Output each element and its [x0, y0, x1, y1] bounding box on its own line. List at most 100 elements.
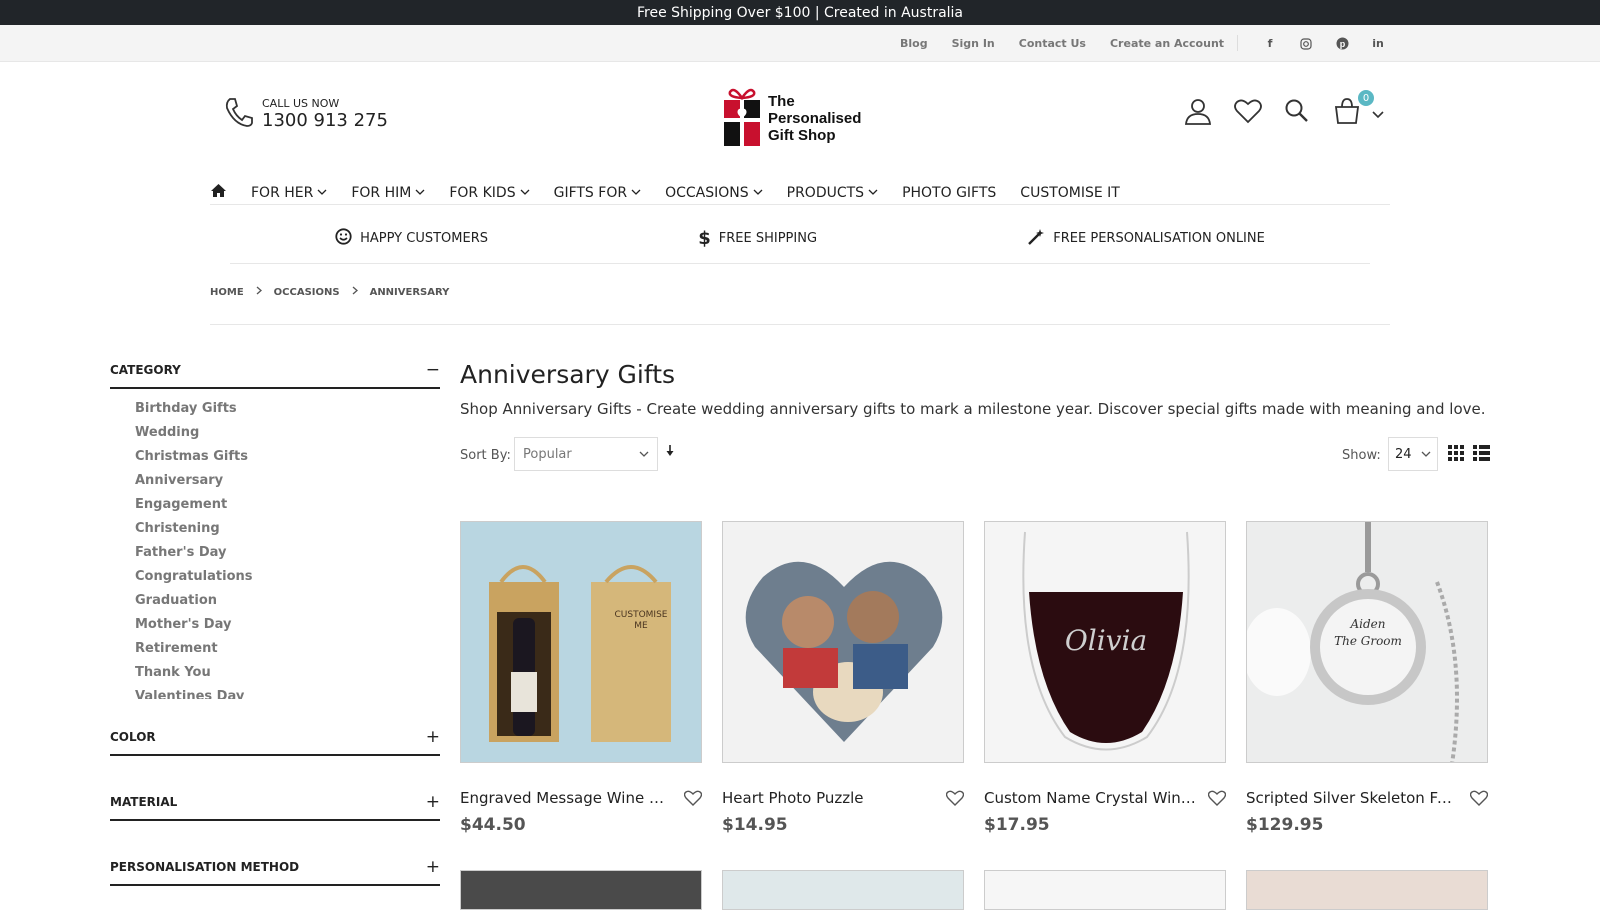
call-us-label: CALL US NOW — [262, 97, 340, 110]
contact-us-link[interactable]: Contact Us — [1019, 37, 1086, 50]
personalisation-facet-header[interactable]: PERSONALISATION METHOD + — [110, 857, 440, 886]
home-icon[interactable] — [210, 183, 227, 202]
page-size-select[interactable]: 24 — [1388, 437, 1438, 471]
product-card[interactable]: Olivia Custom Name Crystal Wine Glass $1… — [984, 521, 1226, 835]
chevron-right-icon — [256, 286, 262, 298]
product-price: $129.95 — [1246, 815, 1324, 835]
pinterest-icon[interactable]: p — [1334, 36, 1350, 52]
instagram-icon[interactable] — [1298, 36, 1314, 52]
breadcrumb-anniversary: ANNIVERSARY — [369, 286, 450, 298]
category-item[interactable]: Birthday Gifts — [135, 397, 440, 421]
chevron-down-icon — [317, 189, 327, 195]
wishlist-heart-icon[interactable] — [684, 790, 702, 806]
sort-direction-icon[interactable] — [666, 445, 674, 460]
feature-strip: HAPPY CUSTOMERS $ FREE SHIPPING FREE PER… — [230, 214, 1370, 264]
expand-icon[interactable]: + — [426, 792, 440, 812]
expand-icon[interactable]: + — [426, 727, 440, 747]
product-image[interactable]: Olivia — [984, 521, 1226, 763]
divider — [210, 324, 1390, 325]
breadcrumb-home[interactable]: HOME — [210, 287, 244, 298]
chevron-down-icon — [868, 189, 878, 195]
product-name[interactable]: Engraved Message Wine Box — [460, 789, 672, 807]
product-listing: Anniversary Gifts Shop Anniversary Gifts… — [460, 360, 1490, 475]
category-item[interactable]: Graduation — [135, 589, 440, 613]
category-item[interactable]: Valentines Day — [135, 685, 440, 699]
product-name[interactable]: Custom Name Crystal Wine Glass — [984, 789, 1196, 807]
nav-customise-it[interactable]: CUSTOMISE IT — [1020, 185, 1120, 201]
chevron-down-icon — [520, 189, 530, 195]
call-us[interactable]: CALL US NOW 1300 913 275 — [224, 96, 388, 132]
wishlist-icon[interactable] — [1234, 98, 1262, 128]
category-item[interactable]: Wedding — [135, 421, 440, 445]
category-item[interactable]: Engagement — [135, 493, 440, 517]
phone-number[interactable]: 1300 913 275 — [262, 110, 388, 131]
nav-photo-gifts[interactable]: PHOTO GIFTS — [902, 185, 996, 201]
product-image[interactable] — [460, 870, 702, 910]
divider — [210, 204, 1390, 205]
magic-wand-icon — [1027, 228, 1045, 250]
product-card[interactable]: Heart Photo Puzzle $14.95 — [722, 521, 964, 835]
chevron-right-icon — [352, 286, 358, 298]
breadcrumb-occasions[interactable]: OCCASIONS — [274, 287, 340, 298]
product-image[interactable]: CUSTOMISE ME — [460, 521, 702, 763]
nav-occasions[interactable]: OCCASIONS — [665, 185, 763, 201]
category-item[interactable]: Mother's Day — [135, 613, 440, 637]
feature-free-shipping: $ FREE SHIPPING — [698, 228, 818, 249]
grid-view-icon[interactable] — [1448, 445, 1465, 465]
category-item[interactable]: Anniversary — [135, 469, 440, 493]
search-icon[interactable] — [1284, 98, 1310, 128]
wishlist-heart-icon[interactable] — [1208, 790, 1226, 806]
create-account-link[interactable]: Create an Account — [1110, 37, 1224, 50]
chevron-down-icon — [639, 451, 649, 457]
chevron-down-icon[interactable] — [1372, 104, 1384, 123]
collapse-icon[interactable]: − — [426, 360, 440, 380]
wishlist-heart-icon[interactable] — [1470, 790, 1488, 806]
product-title-row: Scripted Silver Skeleton Face Pocket Wat… — [1246, 789, 1488, 807]
top-links: Blog Sign In Contact Us Create an Accoun… — [900, 25, 1224, 62]
category-description: Shop Anniversary Gifts - Create wedding … — [460, 400, 1486, 418]
category-item[interactable]: Christening — [135, 517, 440, 541]
filter-sidebar: CATEGORY − Birthday Gifts Wedding Christ… — [110, 360, 440, 886]
product-image[interactable] — [984, 870, 1226, 910]
material-facet-header[interactable]: MATERIAL + — [110, 792, 440, 821]
listing-toolbar: Sort By: Popular Show: 24 — [460, 435, 1490, 475]
product-title-row: Custom Name Crystal Wine Glass — [984, 789, 1226, 807]
nav-for-him[interactable]: FOR HIM — [351, 185, 425, 201]
product-image[interactable] — [722, 521, 964, 763]
color-facet-header[interactable]: COLOR + — [110, 727, 440, 756]
chevron-down-icon — [415, 189, 425, 195]
blog-link[interactable]: Blog — [900, 37, 928, 50]
category-facet-header[interactable]: CATEGORY − — [110, 360, 440, 389]
category-item[interactable]: Christmas Gifts — [135, 445, 440, 469]
product-image[interactable] — [722, 870, 964, 910]
nav-for-kids[interactable]: FOR KIDS — [449, 185, 530, 201]
product-image[interactable] — [1246, 870, 1488, 910]
expand-icon[interactable]: + — [426, 857, 440, 877]
sort-select[interactable]: Popular — [514, 437, 658, 471]
cart-button[interactable]: 0 — [1332, 90, 1374, 130]
product-name[interactable]: Scripted Silver Skeleton Face Pocket Wat… — [1246, 789, 1458, 807]
category-item[interactable]: Father's Day — [135, 541, 440, 565]
category-item[interactable]: Retirement — [135, 637, 440, 661]
product-card[interactable]: Aiden The Groom Scripted Silver Skeleton… — [1246, 521, 1488, 835]
list-view-icon[interactable] — [1473, 445, 1490, 465]
sign-in-link[interactable]: Sign In — [952, 37, 995, 50]
site-header: CALL US NOW 1300 913 275 The Personalise… — [0, 62, 1600, 180]
product-card[interactable]: CUSTOMISE ME Engraved Message Wine Box $… — [460, 521, 702, 835]
product-image-caption: Olivia — [1064, 624, 1148, 657]
wishlist-heart-icon[interactable] — [946, 790, 964, 806]
account-icon[interactable] — [1184, 97, 1212, 129]
nav-gifts-for[interactable]: GIFTS FOR — [554, 185, 641, 201]
category-item[interactable]: Congratulations — [135, 565, 440, 589]
facebook-icon[interactable]: f — [1262, 36, 1278, 52]
category-list[interactable]: Birthday Gifts Wedding Christmas Gifts A… — [110, 389, 440, 699]
svg-text:p: p — [1339, 39, 1345, 49]
nav-products[interactable]: PRODUCTS — [787, 185, 878, 201]
product-image[interactable]: Aiden The Groom — [1246, 521, 1488, 763]
linkedin-icon[interactable]: in — [1370, 36, 1386, 52]
product-name[interactable]: Heart Photo Puzzle — [722, 789, 934, 807]
nav-for-her[interactable]: FOR HER — [251, 185, 327, 201]
product-price: $14.95 — [722, 815, 788, 835]
site-logo[interactable]: The Personalised Gift Shop — [722, 84, 861, 152]
category-item[interactable]: Thank You — [135, 661, 440, 685]
